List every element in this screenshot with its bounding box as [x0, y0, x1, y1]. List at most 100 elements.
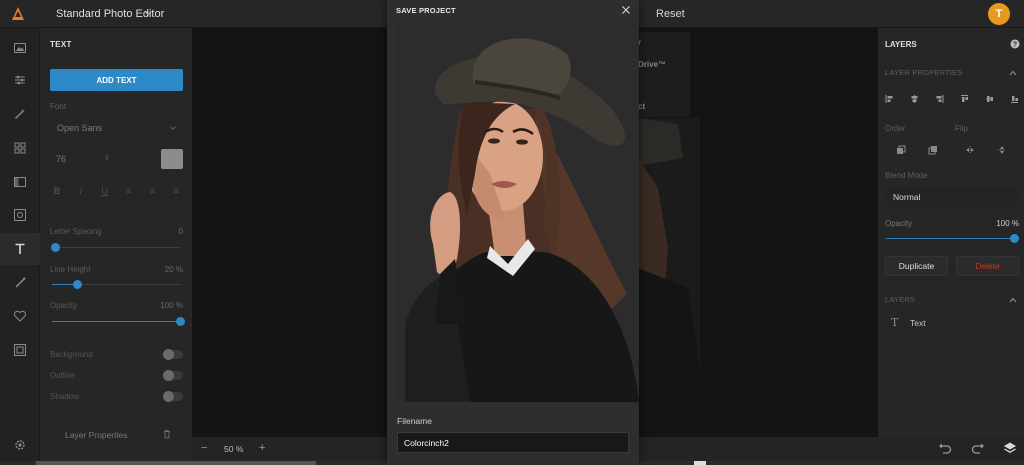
layers-panel: LAYERS ? LAYER PROPERTIES Order Flip Ble…	[878, 28, 1024, 437]
line-height-slider[interactable]	[52, 280, 180, 289]
text-layer-icon: T	[891, 316, 899, 329]
flip-vertical-button[interactable]	[988, 141, 1016, 159]
slider-handle[interactable]	[175, 317, 185, 326]
bold-button[interactable]: B	[50, 186, 64, 200]
layers-icon[interactable]	[1003, 441, 1017, 455]
heart-icon[interactable]	[0, 300, 40, 332]
scrollbar-marker	[694, 461, 706, 465]
text-color-swatch[interactable]	[161, 149, 183, 169]
undo-icon[interactable]	[938, 443, 952, 455]
layer-properties-link[interactable]: Layer Properties	[65, 430, 127, 440]
align-left-icon[interactable]	[885, 94, 894, 104]
send-backward-button[interactable]	[887, 141, 915, 159]
chevron-up-icon[interactable]	[1009, 297, 1017, 303]
app-logo-icon[interactable]	[9, 5, 27, 23]
settings-icon[interactable]	[0, 429, 40, 461]
menu-item-text: ct	[638, 102, 646, 111]
wand-icon[interactable]	[0, 98, 40, 130]
background-toggle[interactable]	[163, 349, 183, 360]
align-right-icon[interactable]	[935, 94, 944, 104]
grid-icon[interactable]	[0, 132, 40, 164]
bring-forward-icon	[928, 146, 937, 155]
slider-fill	[886, 238, 1014, 239]
slider-fill	[52, 321, 180, 322]
slider-handle[interactable]	[51, 243, 61, 252]
redo-icon[interactable]	[971, 443, 985, 455]
letter-spacing-label: Letter Spacing	[50, 227, 102, 236]
layers-heading: LAYERS	[885, 295, 916, 304]
slider-handle[interactable]	[1009, 234, 1019, 243]
blend-mode-select[interactable]: Normal	[885, 187, 1019, 207]
font-value: Open Sans	[57, 123, 103, 133]
opacity-value: 100 %	[996, 219, 1019, 228]
project-preview-image	[395, 24, 639, 402]
canvas-photo	[638, 118, 700, 370]
shadow-toggle[interactable]	[163, 391, 183, 402]
opacity-value: 100 %	[160, 301, 183, 310]
chevron-up-icon[interactable]	[1009, 70, 1017, 76]
dialog-title: SAVE PROJECT	[396, 6, 456, 15]
svg-text:?: ?	[1013, 42, 1017, 49]
image-icon[interactable]	[0, 32, 40, 64]
letter-spacing-slider[interactable]	[51, 243, 180, 252]
background-label: Background	[50, 350, 93, 359]
layer-opacity-slider[interactable]	[886, 234, 1019, 243]
close-icon[interactable]	[621, 5, 631, 15]
zoom-in-button[interactable]: +	[259, 442, 265, 454]
zoom-level[interactable]: 50 %	[224, 444, 243, 454]
user-avatar[interactable]: T	[988, 3, 1010, 25]
line-height-value: 20 %	[164, 265, 183, 274]
align-top-icon[interactable]	[960, 94, 969, 104]
outline-toggle-row: Outline	[50, 370, 183, 382]
underline-button[interactable]: U	[98, 186, 112, 200]
italic-button[interactable]: I	[74, 186, 88, 200]
outline-toggle[interactable]	[163, 370, 183, 381]
layer-list-item[interactable]: T Text	[885, 315, 1019, 331]
outline-label: Outline	[50, 371, 76, 380]
text-icon[interactable]	[0, 233, 40, 265]
opacity-slider[interactable]	[52, 317, 185, 326]
brush-icon[interactable]	[0, 267, 40, 299]
filename-label: Filename	[397, 416, 432, 426]
align-left-button[interactable]: ≡	[121, 186, 135, 200]
align-middle-icon[interactable]	[985, 94, 994, 104]
align-bottom-icon[interactable]	[1010, 94, 1019, 104]
filename-input[interactable]	[397, 432, 629, 453]
flip-horizontal-icon	[966, 146, 974, 154]
duplicate-button[interactable]: Duplicate	[885, 256, 948, 276]
reset-button[interactable]: Reset	[656, 8, 685, 20]
send-backward-icon	[897, 145, 906, 154]
chevron-down-icon[interactable]	[143, 8, 153, 18]
text-format-toolbar: B I U ≡ ≡ ≡	[50, 186, 183, 200]
focus-icon[interactable]	[0, 199, 40, 231]
delete-button[interactable]: Delete	[956, 256, 1019, 276]
bring-forward-button[interactable]	[919, 141, 947, 159]
align-center-h-icon[interactable]	[910, 94, 919, 104]
add-text-button[interactable]: ADD TEXT	[50, 69, 183, 91]
background-toggle-row: Background	[50, 349, 183, 361]
font-label: Font	[50, 102, 67, 111]
flip-horizontal-button[interactable]	[956, 141, 984, 159]
font-size-stepper[interactable]: 76 ⇕	[50, 149, 110, 169]
blend-mode-value: Normal	[893, 192, 921, 202]
help-icon[interactable]: ?	[1010, 39, 1020, 49]
scrollbar-thumb[interactable]	[36, 461, 316, 465]
font-dropdown[interactable]: Open Sans	[50, 118, 183, 138]
frame-icon[interactable]	[0, 166, 40, 198]
shadow-toggle-row: Shadow	[50, 391, 183, 403]
stepper-arrows-icon[interactable]: ⇕	[104, 154, 110, 162]
layer-name: Text	[910, 318, 926, 328]
trash-icon[interactable]	[162, 429, 172, 439]
text-panel: TEXT ADD TEXT Font Open Sans 76 ⇕ B I U …	[40, 28, 192, 465]
layer-properties-heading: LAYER PROPERTIES	[885, 68, 963, 77]
zoom-out-button[interactable]: −	[201, 442, 207, 454]
blend-mode-label: Blend Mode	[885, 171, 928, 180]
slider-handle[interactable]	[73, 280, 83, 289]
border-icon[interactable]	[0, 334, 40, 366]
adjust-icon[interactable]	[0, 64, 40, 96]
opacity-label: Opacity	[50, 301, 78, 310]
flip-label: Flip	[955, 124, 968, 133]
align-right-button[interactable]: ≡	[169, 186, 183, 200]
shadow-label: Shadow	[50, 392, 79, 401]
align-center-button[interactable]: ≡	[145, 186, 159, 200]
